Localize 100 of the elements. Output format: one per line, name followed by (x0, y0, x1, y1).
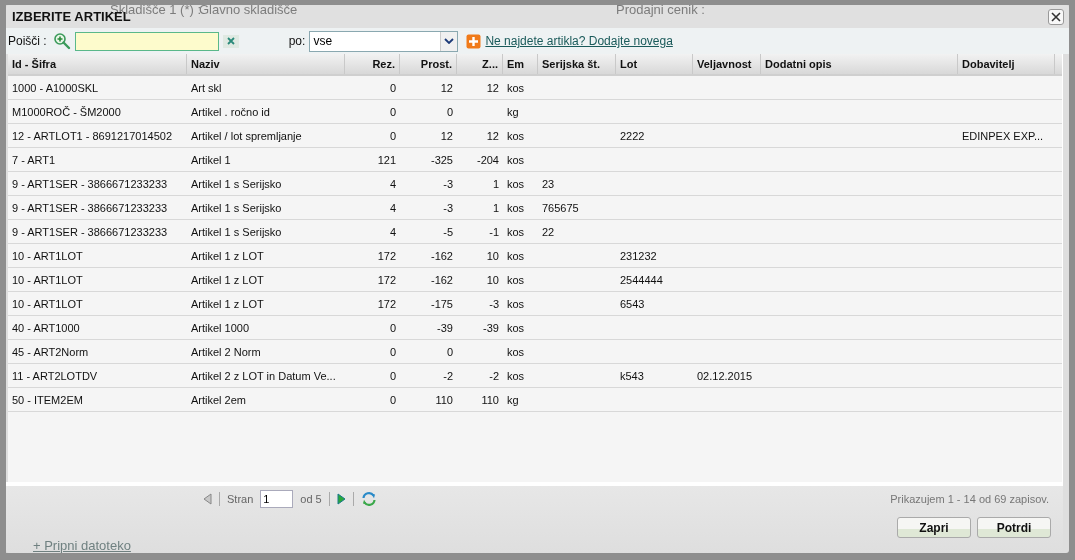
column-header[interactable]: Dobavitelj (958, 54, 1055, 74)
table-cell: Artikel 1 (191, 153, 231, 166)
table-cell: kos (507, 297, 525, 310)
table-cell: Artikel 1 s Serijsko (191, 201, 282, 214)
table-cell: Artikel 1 z LOT (191, 273, 264, 286)
table-cell: -2 (489, 369, 499, 382)
add-new-item-link[interactable]: Ne najdete artikla? Dodajte novega (485, 34, 673, 48)
table-cell: 0 (446, 345, 453, 358)
table-cell: kos (507, 81, 525, 94)
table-cell: 9 - ART1SER - 3866671233233 (12, 201, 168, 214)
table-cell: 0 (389, 321, 396, 334)
table-cell: -3 (443, 177, 453, 190)
table-cell: -2 (443, 369, 453, 382)
table-cell: EDINPEX EXP... (962, 129, 1044, 142)
table-cell: 110 (481, 393, 499, 406)
table-cell: 12 (440, 129, 453, 142)
dialog-button[interactable]: Potrdi (977, 517, 1051, 538)
table-cell: 0 (389, 345, 396, 358)
dialog-button[interactable]: Zapri (897, 517, 971, 538)
table-cell: 172 (377, 297, 396, 310)
table-cell: 10 (486, 273, 499, 286)
search-field[interactable] (74, 31, 219, 51)
table-cell: -3 (443, 201, 453, 214)
table-cell: k543 (620, 369, 644, 382)
caret-icon (444, 38, 455, 44)
column-header[interactable]: Z... (457, 54, 503, 74)
table-cell: -162 (430, 273, 453, 286)
table-cell: Artikel 1 z LOT (191, 297, 264, 310)
add-icon[interactable] (466, 33, 482, 49)
table-cell: Artikel 2em (191, 393, 247, 406)
table-cell: 0 (389, 393, 396, 406)
table-cell: 10 - ART1LOT (12, 273, 83, 286)
close-button[interactable] (1048, 8, 1064, 25)
table-cell: -175 (430, 297, 453, 310)
refresh-icon[interactable] (360, 491, 377, 507)
table-cell: kos (507, 225, 525, 238)
column-header[interactable]: Rez. (345, 54, 400, 74)
column-header[interactable]: Veljavnost (693, 54, 761, 74)
table-cell: 22 (542, 225, 555, 238)
table-cell: kos (507, 129, 525, 142)
column-header[interactable]: Prost. (400, 54, 457, 74)
table-cell: -39 (483, 321, 499, 334)
price-list-label: Prodajni cenik : (616, 2, 705, 17)
table-cell: -39 (437, 321, 453, 334)
search-by-dropdown[interactable]: vse (309, 30, 459, 52)
next-page-icon[interactable] (336, 493, 346, 505)
column-header[interactable]: Serijska št. (538, 54, 616, 74)
table-cell: kos (507, 201, 525, 214)
clear-icon (225, 36, 236, 46)
table-cell: -3 (489, 297, 499, 310)
table-cell: kos (507, 153, 525, 166)
table-cell: 40 - ART1000 (12, 321, 80, 334)
table-cell: 2544444 (620, 273, 663, 286)
table-cell: 0 (389, 81, 396, 94)
table-cell: 7 - ART1 (12, 153, 56, 166)
table-cell: Artikel . ročno id (191, 105, 270, 118)
column-header[interactable]: Em (503, 54, 538, 74)
table-cell: -162 (430, 249, 453, 262)
table-cell: 121 (377, 153, 396, 166)
table-cell: 172 (377, 273, 396, 286)
table-cell: 1000 - A1000SKL (12, 81, 99, 94)
table-cell: 4 (389, 225, 396, 238)
table-cell: 10 (486, 249, 499, 262)
column-header[interactable]: Id - Šifra (8, 54, 187, 74)
table-cell: 12 (486, 81, 499, 94)
table-cell: 6543 (620, 297, 645, 310)
table-cell: 12 - ARTLOT1 - 8691217014502 (12, 129, 173, 142)
table-cell: 9 - ART1SER - 3866671233233 (12, 225, 168, 238)
table-cell: -325 (430, 153, 453, 166)
page-field[interactable]: 1 (260, 490, 294, 508)
table-cell: kos (507, 369, 525, 382)
table-cell: 2222 (620, 129, 645, 142)
table-cell: 0 (389, 105, 396, 118)
table-cell: Artikel 2 Norm (191, 345, 261, 358)
table-cell: 765675 (542, 201, 579, 214)
table-cell: 231232 (620, 249, 657, 262)
previous-page-icon[interactable] (203, 493, 212, 505)
table-cell: 10 - ART1LOT (12, 249, 83, 262)
clear-button[interactable] (222, 34, 239, 48)
table-cell: kg (507, 105, 519, 118)
page-count: od 5 (300, 493, 322, 505)
table-cell: 0 (389, 369, 396, 382)
table-cell: -204 (476, 153, 499, 166)
table-cell: M1000ROČ - ŠM2000 (12, 105, 121, 118)
records-status: Prikazujem 1 - 14 od 69 zapisov. (890, 493, 1049, 505)
table-cell: 45 - ART2Norm (12, 345, 89, 358)
table-cell: kos (507, 345, 525, 358)
table-cell: 10 - ART1LOT (12, 297, 83, 310)
table-cell: 110 (435, 393, 453, 406)
table-cell: 1 (492, 177, 499, 190)
column-header[interactable]: Naziv (187, 54, 345, 74)
table-cell: 02.12.2015 (697, 369, 753, 382)
table-cell: kos (507, 321, 525, 334)
table-cell: 0 (389, 129, 396, 142)
table-cell: 9 - ART1SER - 3866671233233 (12, 177, 168, 190)
table-cell: Artikel 1 s Serijsko (191, 225, 282, 238)
zoom-in-icon[interactable] (52, 32, 71, 50)
column-header[interactable]: Lot (616, 54, 693, 74)
table-cell: kos (507, 273, 525, 286)
column-header[interactable]: Dodatni opis (761, 54, 958, 74)
